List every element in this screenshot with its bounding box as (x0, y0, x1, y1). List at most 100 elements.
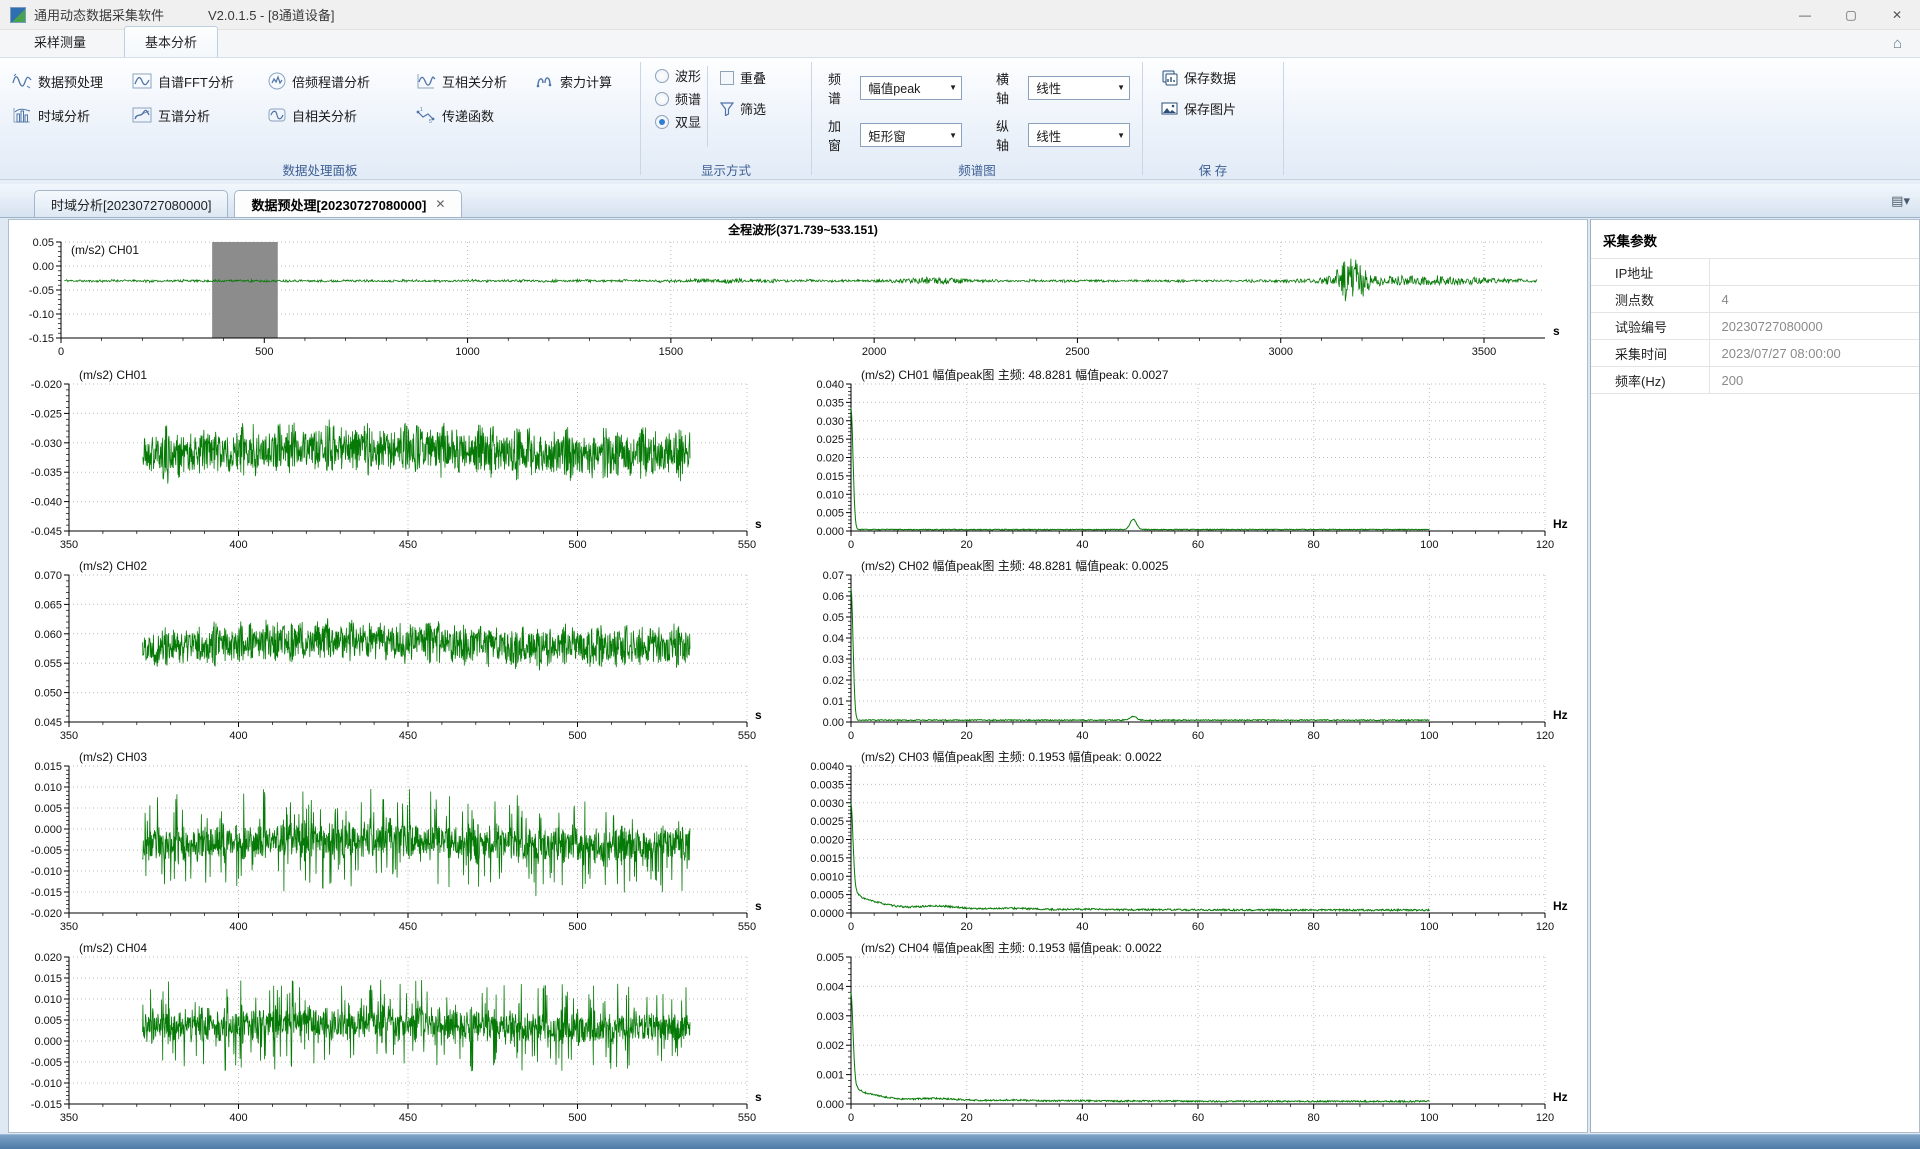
y-axis-scale-select[interactable]: 线性▼ (1028, 123, 1130, 147)
svg-text:0.00: 0.00 (823, 717, 844, 729)
chart-spectrum-ch04[interactable]: 0204060801001200.0000.0010.0020.0030.004… (787, 941, 1581, 1130)
svg-text:40: 40 (1076, 730, 1088, 742)
svg-text:2000: 2000 (862, 346, 886, 358)
x-axis-scale-select[interactable]: 线性▼ (1028, 76, 1130, 100)
doc-tab-time-analysis[interactable]: 时域分析[20230727080000] (34, 190, 228, 217)
window-title: 通用动态数据采集软件 (34, 5, 164, 24)
titlebar: 通用动态数据采集软件 V2.0.1.5 - [8通道设备] — ▢ ✕ (0, 0, 1920, 30)
tab-basic-analysis[interactable]: 基本分析 (124, 26, 218, 57)
svg-text:0.005: 0.005 (816, 508, 844, 520)
doc-tab-preprocess[interactable]: 数据预处理[20230727080000]✕ (234, 190, 462, 217)
svg-text:0: 0 (848, 539, 854, 551)
radio-waveform[interactable]: 波形 (655, 66, 701, 85)
filter-funnel-icon (720, 102, 734, 116)
radio-spectrum-icon (655, 92, 669, 106)
svg-text:(m/s2) CH01 幅值peak图 主频: 48.: (m/s2) CH01 幅值peak图 主频: 48.8281 幅值peak: … (861, 368, 1169, 382)
auto-spectrum-fft-button[interactable]: 自谱FFT分析 (132, 72, 260, 91)
document-tabbar: 时域分析[20230727080000] 数据预处理[2023072708000… (0, 184, 1920, 218)
radio-dual-icon (655, 115, 669, 129)
chart-time-ch02[interactable]: 3504004505005500.0450.0500.0550.0600.065… (11, 559, 783, 748)
params-title: 采集参数 (1591, 220, 1919, 258)
svg-text:0.040: 0.040 (816, 379, 844, 391)
cross-spectrum-button[interactable]: 互谱分析 (132, 106, 260, 125)
close-tab-icon[interactable]: ✕ (435, 197, 445, 211)
svg-text:0.05: 0.05 (33, 237, 54, 249)
svg-text:60: 60 (1192, 921, 1204, 933)
spectrum-type-select[interactable]: 幅值peak▼ (860, 76, 962, 100)
svg-text:0.0000: 0.0000 (810, 908, 844, 920)
transfer-function-button[interactable]: 15 传递函数 (416, 106, 528, 125)
svg-text:550: 550 (738, 921, 756, 933)
svg-text:450: 450 (399, 730, 417, 742)
svg-text:0.0020: 0.0020 (810, 835, 844, 847)
svg-text:s: s (755, 1090, 762, 1104)
svg-text:-0.030: -0.030 (31, 438, 62, 450)
table-row: 采集时间2023/07/27 08:00:00 (1591, 340, 1919, 367)
svg-text:450: 450 (399, 539, 417, 551)
cross-correlation-icon (416, 73, 436, 89)
svg-text:1: 1 (420, 107, 423, 113)
svg-text:0.015: 0.015 (34, 973, 62, 985)
time-domain-button[interactable]: 时域分析 (12, 106, 124, 125)
tab-list-menu-icon[interactable]: ▤▾ (1891, 193, 1910, 209)
group-label-data-processing: 数据处理面板 (0, 155, 640, 179)
radio-spectrum[interactable]: 频谱 (655, 89, 701, 108)
radio-dual-display[interactable]: 双显 (655, 112, 701, 131)
svg-text:0.001: 0.001 (816, 1070, 844, 1082)
svg-text:120: 120 (1536, 730, 1554, 742)
chart-overview-waveform[interactable]: 0500100015002000250030003500-0.15-0.10-0… (11, 222, 1583, 364)
y-axis-scale-field: 纵轴 线性▼ (996, 116, 1130, 156)
chart-panel: 0500100015002000250030003500-0.15-0.10-0… (8, 219, 1588, 1133)
chart-time-ch03[interactable]: 350400450500550-0.020-0.015-0.010-0.0050… (11, 750, 783, 939)
svg-text:(m/s2) CH01: (m/s2) CH01 (71, 243, 139, 257)
chevron-down-icon: ▼ (1117, 131, 1125, 140)
autocorrelation-button[interactable]: 自相关分析 (268, 106, 408, 125)
home-icon[interactable]: ⌂ (1893, 35, 1902, 52)
chart-spectrum-ch02[interactable]: 0204060801001200.000.010.020.030.040.050… (787, 559, 1581, 748)
svg-text:-0.020: -0.020 (31, 379, 62, 391)
close-icon[interactable]: ✕ (1874, 0, 1920, 29)
save-data-icon (1161, 70, 1178, 86)
x-axis-scale-field: 横轴 线性▼ (996, 68, 1130, 108)
svg-text:5: 5 (429, 119, 432, 123)
save-data-button[interactable]: 保存数据 (1161, 68, 1267, 87)
svg-text:-0.045: -0.045 (31, 526, 62, 538)
svg-text:-0.005: -0.005 (31, 1057, 62, 1069)
octave-spectrum-button[interactable]: 倍频程谱分析 (268, 72, 408, 91)
svg-text:60: 60 (1192, 1112, 1204, 1124)
overlay-checkbox[interactable]: 重叠 (720, 68, 766, 87)
svg-text:0.035: 0.035 (816, 397, 844, 409)
minimize-icon[interactable]: — (1782, 0, 1828, 29)
svg-text:0.05: 0.05 (823, 612, 844, 624)
svg-text:0.002: 0.002 (816, 1040, 844, 1052)
cross-correlation-button[interactable]: 互相关分析 (416, 72, 528, 91)
svg-text:400: 400 (229, 730, 247, 742)
chart-spectrum-ch03[interactable]: 0204060801001200.00000.00050.00100.00150… (787, 750, 1581, 939)
svg-text:0.0040: 0.0040 (810, 761, 844, 773)
tab-sampling[interactable]: 采样测量 (14, 27, 106, 57)
svg-text:0: 0 (848, 1112, 854, 1124)
window-controls: — ▢ ✕ (1782, 0, 1920, 29)
chart-spectrum-ch01[interactable]: 0204060801001200.0000.0050.0100.0150.020… (787, 368, 1581, 557)
svg-text:0: 0 (848, 730, 854, 742)
maximize-icon[interactable]: ▢ (1828, 0, 1874, 29)
group-display-mode: 波形 频谱 双显 重叠 筛选 显示方式 (641, 58, 811, 179)
preprocess-button[interactable]: 数据预处理 (12, 72, 124, 91)
window-function-select[interactable]: 矩形窗▼ (860, 123, 962, 147)
svg-text:40: 40 (1076, 1112, 1088, 1124)
chart-time-ch01[interactable]: 350400450500550-0.045-0.040-0.035-0.030-… (11, 368, 783, 557)
table-row: 频率(Hz)200 (1591, 367, 1919, 394)
chart-time-ch04[interactable]: 350400450500550-0.015-0.010-0.0050.0000.… (11, 941, 783, 1130)
svg-text:-0.015: -0.015 (31, 887, 62, 899)
filter-button[interactable]: 筛选 (720, 99, 766, 118)
autocorrelation-icon (268, 106, 286, 124)
radio-waveform-icon (655, 69, 669, 83)
svg-text:20: 20 (961, 1112, 973, 1124)
svg-text:-0.035: -0.035 (31, 467, 62, 479)
svg-text:80: 80 (1308, 1112, 1320, 1124)
save-image-button[interactable]: 保存图片 (1161, 99, 1267, 118)
svg-text:-0.010: -0.010 (31, 866, 62, 878)
cable-force-button[interactable]: 索力计算 (536, 72, 636, 91)
svg-text:0.0015: 0.0015 (810, 853, 844, 865)
svg-text:80: 80 (1308, 730, 1320, 742)
